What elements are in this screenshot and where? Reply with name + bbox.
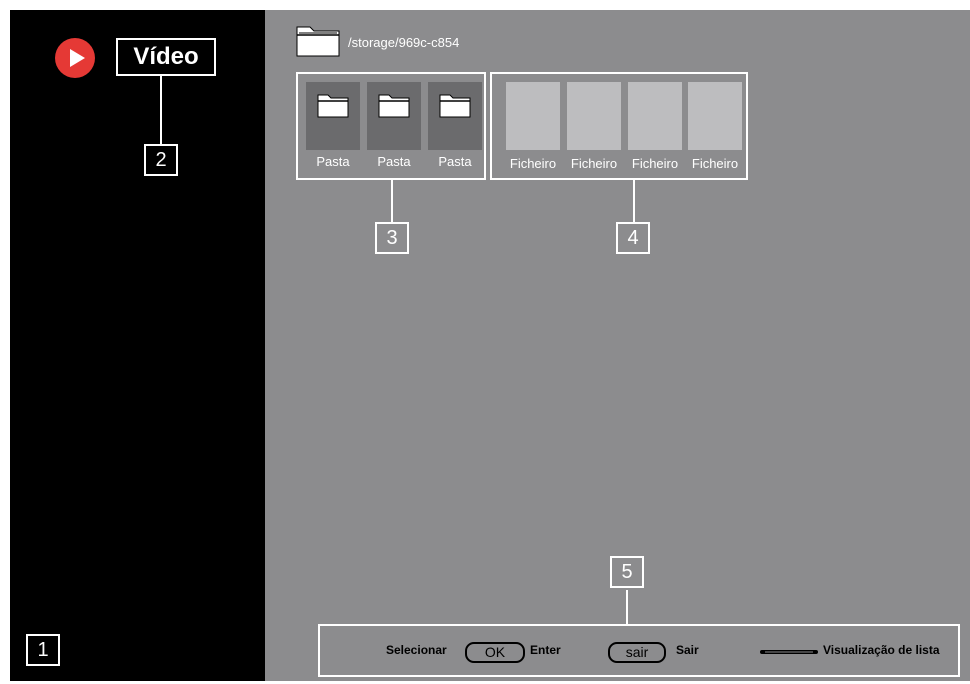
file-label: Ficheiro: [691, 156, 739, 171]
page-title: Vídeo: [116, 38, 216, 76]
select-label: Selecionar: [386, 643, 447, 657]
folder-icon: [296, 26, 340, 57]
file-label: Ficheiro: [631, 156, 679, 171]
folder-icon: [439, 94, 471, 118]
folder-label: Pasta: [438, 154, 472, 169]
folder-label: Pasta: [377, 154, 411, 169]
exit-key[interactable]: sair: [608, 642, 666, 663]
exit-label: Sair: [676, 643, 699, 657]
callout-5: 5: [610, 556, 644, 588]
current-path: /storage/969c-c854: [348, 35, 460, 50]
callout-3: 3: [375, 222, 409, 254]
callout-line: [626, 590, 628, 624]
callout-1: 1: [26, 634, 60, 666]
callout-line: [160, 76, 162, 144]
folder-icon: [317, 94, 349, 118]
sidebar: [10, 10, 265, 681]
callout-2: 2: [144, 144, 178, 176]
list-view-label[interactable]: Visualização de lista: [823, 643, 940, 657]
file-label: Ficheiro: [570, 156, 618, 171]
file-label: Ficheiro: [509, 156, 557, 171]
list-view-bar-icon: [760, 650, 818, 654]
ok-key[interactable]: OK: [465, 642, 525, 663]
folder-label: Pasta: [316, 154, 350, 169]
folder-icon: [378, 94, 410, 118]
play-circle-icon: [55, 38, 95, 78]
enter-label: Enter: [530, 643, 561, 657]
callout-line: [633, 180, 635, 222]
callout-line: [391, 180, 393, 222]
callout-4: 4: [616, 222, 650, 254]
